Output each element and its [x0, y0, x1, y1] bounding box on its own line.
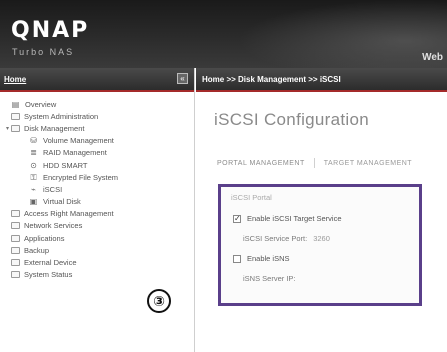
sidebar-item-label: System Status: [24, 270, 73, 280]
tab-bar: PORTAL MANAGEMENT TARGET MANAGEMENT: [208, 154, 421, 172]
tagline: Turbo NAS: [12, 47, 75, 57]
folder-icon: [11, 112, 20, 120]
sidebar-item-label: Volume Management: [43, 136, 114, 146]
raid-icon: ≣: [30, 148, 37, 158]
enable-isns-checkbox[interactable]: [233, 254, 241, 263]
sidebar-item-label: Network Services: [24, 221, 83, 231]
isns-server-label: iSNS Server IP:: [243, 274, 296, 283]
folder-icon: [11, 210, 20, 218]
sidebar-item-label: Applications: [24, 233, 65, 243]
panel-legend: iSCSI Portal: [231, 193, 272, 202]
virtual-disk-icon: ▣: [29, 197, 38, 207]
sidebar-item[interactable]: ⌁ iSCSI: [0, 183, 194, 195]
service-port-row: iSCSI Service Port: 3260: [243, 234, 330, 243]
tab-target-management[interactable]: TARGET MANAGEMENT: [315, 160, 421, 167]
folder-open-icon: [11, 124, 20, 132]
folder-icon: [11, 222, 20, 230]
sidebar-item[interactable]: ⚿ Encrypted File System: [0, 171, 194, 183]
main-content: Home >> Disk Management >> iSCSI iSCSI C…: [196, 68, 447, 352]
qnap-logo: QNAP: [11, 18, 90, 43]
sidebar-item-label: Access Right Management: [24, 209, 114, 219]
folder-icon: [11, 246, 20, 254]
enable-iscsi-checkbox[interactable]: ✓: [233, 214, 241, 223]
collapse-sidebar-button[interactable]: «: [177, 73, 188, 84]
service-port-input[interactable]: 3260: [313, 234, 330, 243]
enable-iscsi-label: Enable iSCSI Target Service: [247, 214, 342, 223]
sidebar-item[interactable]: ≣ RAID Management: [0, 147, 194, 159]
sidebar-item-label: RAID Management: [43, 148, 107, 158]
iscsi-icon: ⌁: [31, 184, 36, 194]
volume-icon: ⛁: [30, 136, 37, 146]
sidebar-title[interactable]: Home: [4, 75, 26, 84]
sidebar-item-label: External Device: [24, 258, 77, 268]
folder-icon: [11, 271, 20, 279]
iscsi-portal-panel: iSCSI Portal ✓ Enable iSCSI Target Servi…: [218, 184, 422, 306]
hdd-smart-icon: ⊙: [30, 160, 37, 170]
sidebar-item[interactable]: External Device: [0, 256, 194, 268]
sidebar-header: Home «: [0, 68, 194, 92]
lock-icon: ⚿: [30, 172, 37, 182]
sidebar-item[interactable]: Backup: [0, 244, 194, 256]
sidebar-item[interactable]: Access Right Management: [0, 208, 194, 220]
sidebar: Home « ▤ Overview System Administration ▾ Di…: [0, 68, 195, 352]
sidebar-item[interactable]: Applications: [0, 232, 194, 244]
sidebar-item-label: Virtual Disk: [43, 197, 81, 207]
breadcrumb-bar: Home >> Disk Management >> iSCSI: [196, 68, 447, 92]
enable-isns-row: Enable iSNS: [233, 254, 290, 263]
sidebar-item[interactable]: Network Services: [0, 220, 194, 232]
sidebar-item-label: iSCSI: [43, 184, 63, 194]
sidebar-item[interactable]: ▤ Overview: [0, 98, 194, 110]
web-link[interactable]: Web: [422, 52, 443, 63]
folder-icon: [11, 259, 20, 267]
sidebar-item[interactable]: ▣ Virtual Disk: [0, 196, 194, 208]
enable-isns-label: Enable iSNS: [247, 254, 290, 263]
step-number-badge: ③: [147, 289, 171, 313]
sidebar-item[interactable]: ⊙ HDD SMART: [0, 159, 194, 171]
app-header: QNAP Turbo NAS Web: [0, 0, 447, 68]
sidebar-item[interactable]: ⛁ Volume Management: [0, 135, 194, 147]
service-port-label: iSCSI Service Port:: [243, 234, 308, 243]
overview-icon: ▤: [11, 99, 20, 109]
tab-portal-management[interactable]: PORTAL MANAGEMENT: [208, 160, 314, 167]
folder-icon: [11, 234, 20, 242]
sidebar-item[interactable]: System Status: [0, 269, 194, 281]
isns-server-row: iSNS Server IP:: [243, 274, 296, 283]
sidebar-item-label: Disk Management: [24, 123, 85, 133]
sidebar-item[interactable]: ▾ Disk Management: [0, 122, 194, 134]
collapse-arrow-icon[interactable]: ▾: [4, 125, 11, 132]
page-title: iSCSI Configuration: [214, 110, 369, 129]
sidebar-item-label: Overview: [25, 99, 57, 109]
sidebar-item-label: HDD SMART: [43, 160, 88, 170]
sidebar-item-label: Encrypted File System: [43, 172, 119, 182]
breadcrumb[interactable]: Home >> Disk Management >> iSCSI: [202, 75, 341, 84]
sidebar-item-label: System Administration: [24, 111, 99, 121]
navigation-tree: ▤ Overview System Administration ▾ Disk Mana…: [0, 92, 194, 281]
sidebar-item-label: Backup: [24, 245, 50, 255]
enable-iscsi-row: ✓ Enable iSCSI Target Service: [233, 214, 342, 223]
sidebar-item[interactable]: System Administration: [0, 110, 194, 122]
